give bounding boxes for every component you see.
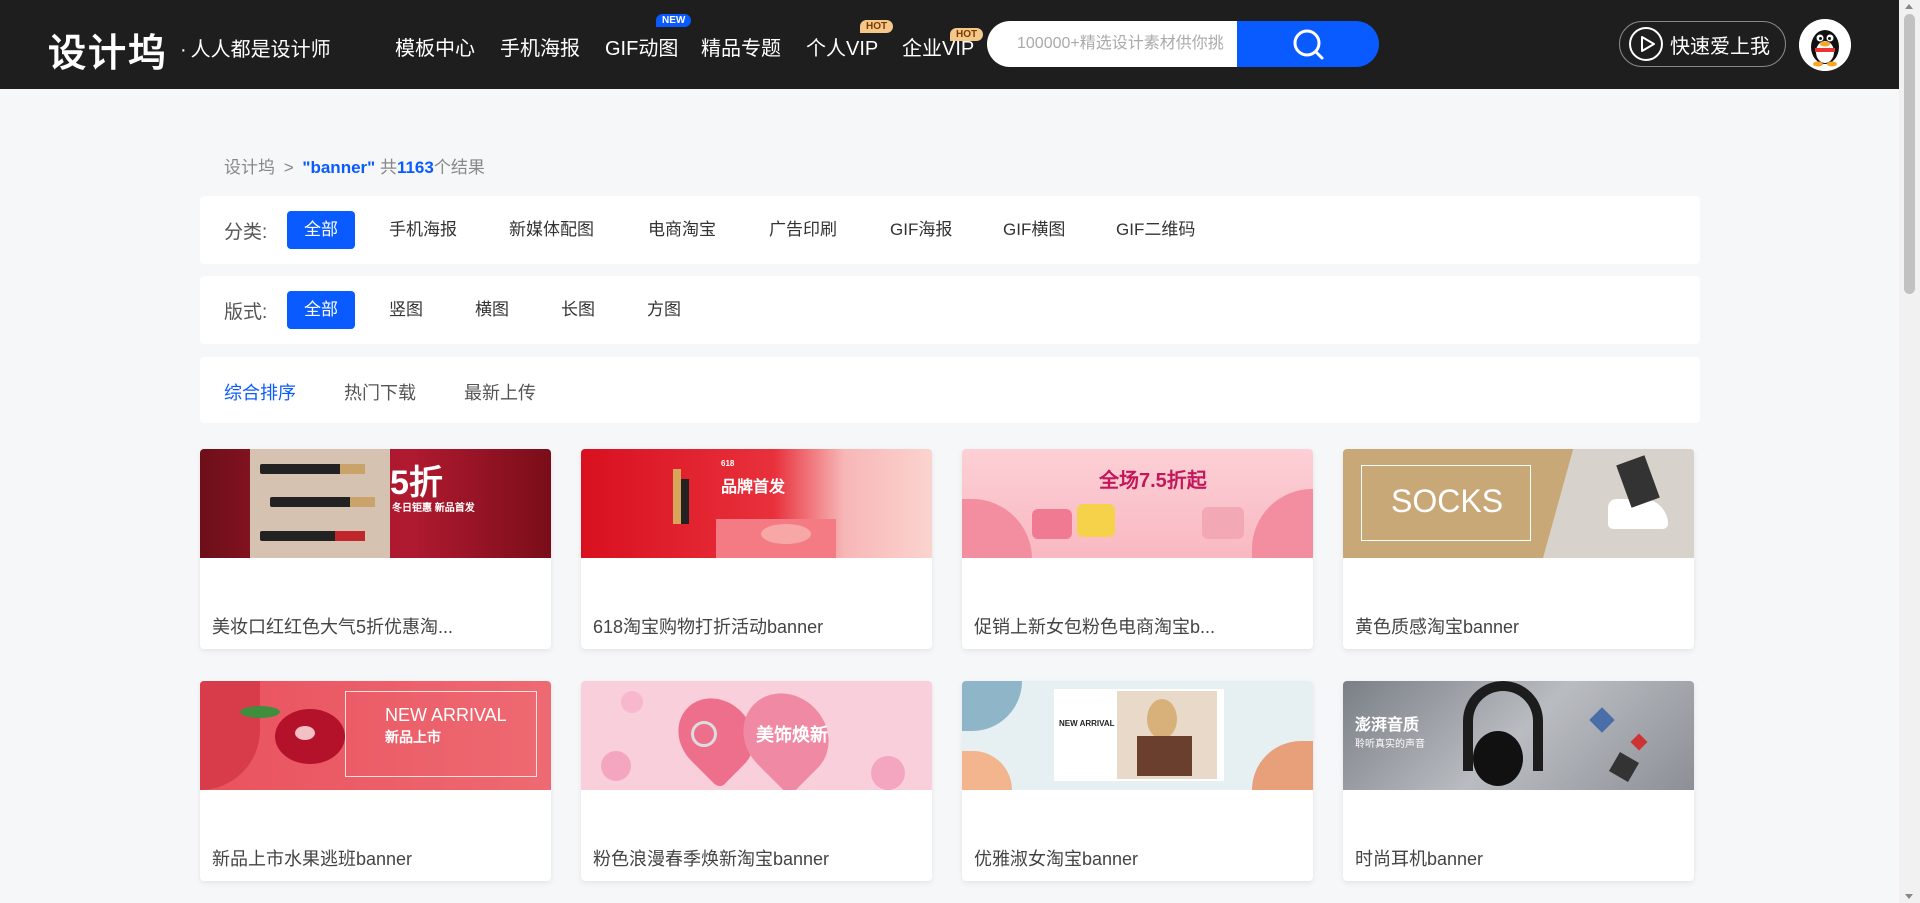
card-title: 新品上市水果逃班banner <box>212 849 413 869</box>
template-card[interactable]: 澎湃音质 聆听真实的声音 时尚耳机banner <box>1343 681 1694 881</box>
thumb-subline: 618 <box>721 459 735 468</box>
result-suffix: 个结果 <box>433 158 485 177</box>
sort-bar: 综合排序 热门下载 最新上传 <box>200 357 1700 423</box>
search-keyword: "banner" <box>302 158 376 177</box>
thumb-headline: 全场7.5折起 <box>1099 470 1207 492</box>
thumb-headline: SOCKS <box>1391 483 1504 519</box>
layout-horizontal[interactable]: 横图 <box>458 291 526 329</box>
template-card[interactable]: SOCKS 黄色质感淘宝banner <box>1343 449 1694 649</box>
thumb-subline: 冬日钜惠 新品首发 <box>392 503 475 514</box>
search-input[interactable] <box>987 21 1239 67</box>
scroll-up-arrow[interactable] <box>1905 4 1913 9</box>
card-title: 促销上新女包粉色电商淘宝b... <box>974 617 1216 637</box>
sort-popular-downloads[interactable]: 热门下载 <box>344 379 416 405</box>
card-title: 时尚耳机banner <box>1355 849 1484 869</box>
play-icon <box>1629 27 1663 61</box>
category-all[interactable]: 全部 <box>287 211 355 249</box>
layout-filter-panel: 版式: 全部 竖图 横图 长图 方图 <box>200 276 1700 344</box>
category-gif-banner[interactable]: GIF横图 <box>986 211 1082 249</box>
card-thumbnail: SOCKS <box>1343 449 1694 558</box>
breadcrumb-home[interactable]: 设计坞 <box>224 158 275 177</box>
layout-vertical[interactable]: 竖图 <box>372 291 440 329</box>
card-title: 优雅淑女淘宝banner <box>974 849 1139 869</box>
card-thumbnail: 全场7.5折起 <box>962 449 1313 558</box>
template-card[interactable]: NEW ARRIVAL 优雅淑女淘宝banner <box>962 681 1313 881</box>
site-slogan: 人人都是设计师 <box>180 33 331 62</box>
scroll-thumb[interactable] <box>1904 14 1915 294</box>
card-thumbnail: NEW ARRIVAL <box>962 681 1313 790</box>
thumb-headline: NEW ARRIVAL <box>385 705 507 725</box>
quick-love-label: 快速爱上我 <box>1670 35 1770 58</box>
card-title: 618淘宝购物打折活动banner <box>593 617 824 637</box>
category-label: 分类: <box>224 222 268 243</box>
sort-comprehensive[interactable]: 综合排序 <box>224 379 296 405</box>
thumb-headline: 美饰焕新 <box>756 725 828 745</box>
thumb-subline: 聆听真实的声音 <box>1355 739 1425 750</box>
card-title: 粉色浪漫春季焕新淘宝banner <box>593 849 830 869</box>
category-gif-poster[interactable]: GIF海报 <box>873 211 969 249</box>
result-count: 1163 <box>396 158 434 177</box>
nav-mobile-poster[interactable]: 手机海报 <box>500 32 580 61</box>
layout-label: 版式: <box>224 302 268 323</box>
card-title: 黄色质感淘宝banner <box>1355 617 1520 637</box>
layout-all[interactable]: 全部 <box>287 291 355 329</box>
quick-love-button[interactable]: 快速爱上我 <box>1619 21 1786 67</box>
new-badge: NEW <box>656 14 692 27</box>
hot-badge: HOT <box>860 20 894 33</box>
result-prefix: 共 <box>379 158 397 177</box>
search-box <box>987 21 1379 67</box>
card-thumbnail: 澎湃音质 聆听真实的声音 <box>1343 681 1694 790</box>
template-card[interactable]: 5折 冬日钜惠 新品首发 美妆口红红色大气5折优惠淘... <box>200 449 551 649</box>
template-card[interactable]: 全场7.5折起 促销上新女包粉色电商淘宝b... <box>962 449 1313 649</box>
category-print-ad[interactable]: 广告印刷 <box>752 211 854 249</box>
thumb-headline: 品牌首发 <box>721 479 786 496</box>
sort-latest-upload[interactable]: 最新上传 <box>464 379 536 405</box>
layout-long[interactable]: 长图 <box>544 291 612 329</box>
page-scrollbar[interactable] <box>1899 0 1920 903</box>
thumb-headline: 澎湃音质 <box>1355 717 1420 734</box>
top-header: 设计坞 人人都是设计师 模板中心 手机海报 GIF动图 NEW 精品专题 个人V… <box>0 0 1920 89</box>
category-new-media[interactable]: 新媒体配图 <box>492 211 611 249</box>
thumb-headline: 5折 <box>390 464 443 502</box>
card-thumbnail: NEW ARRIVAL 新品上市 <box>200 681 551 790</box>
category-ecommerce[interactable]: 电商淘宝 <box>631 211 733 249</box>
search-button[interactable] <box>1237 21 1379 67</box>
card-thumbnail: 品牌首发 618 <box>581 449 932 558</box>
scroll-down-arrow[interactable] <box>1905 894 1913 899</box>
card-thumbnail: 美饰焕新 <box>581 681 932 790</box>
user-avatar[interactable] <box>1799 19 1851 71</box>
nav-featured-topics[interactable]: 精品专题 <box>701 32 781 61</box>
breadcrumb: 设计坞 > "banner" 共1163个结果 <box>224 153 485 178</box>
template-card[interactable]: 品牌首发 618 618淘宝购物打折活动banner <box>581 449 932 649</box>
category-gif-qrcode[interactable]: GIF二维码 <box>1099 211 1212 249</box>
nav-gif[interactable]: GIF动图 <box>605 32 678 61</box>
card-title: 美妆口红红色大气5折优惠淘... <box>212 617 454 637</box>
penguin-icon <box>1799 19 1851 71</box>
template-card[interactable]: 美饰焕新 粉色浪漫春季焕新淘宝banner <box>581 681 932 881</box>
template-card[interactable]: NEW ARRIVAL 新品上市 新品上市水果逃班banner <box>200 681 551 881</box>
card-thumbnail: 5折 冬日钜惠 新品首发 <box>200 449 551 558</box>
site-logo[interactable]: 设计坞 <box>48 22 168 77</box>
search-icon <box>1293 29 1324 60</box>
hot-badge: HOT <box>950 28 984 41</box>
nav-template-center[interactable]: 模板中心 <box>395 32 475 61</box>
category-filter-panel: 分类: 全部 手机海报 新媒体配图 电商淘宝 广告印刷 GIF海报 GIF横图 … <box>200 196 1700 264</box>
nav-personal-vip[interactable]: 个人VIP <box>806 32 878 61</box>
layout-square[interactable]: 方图 <box>630 291 698 329</box>
category-mobile-poster[interactable]: 手机海报 <box>372 211 474 249</box>
breadcrumb-separator: > <box>283 158 294 177</box>
thumb-subline: 新品上市 <box>385 729 441 745</box>
thumb-headline: NEW ARRIVAL <box>1059 719 1115 728</box>
